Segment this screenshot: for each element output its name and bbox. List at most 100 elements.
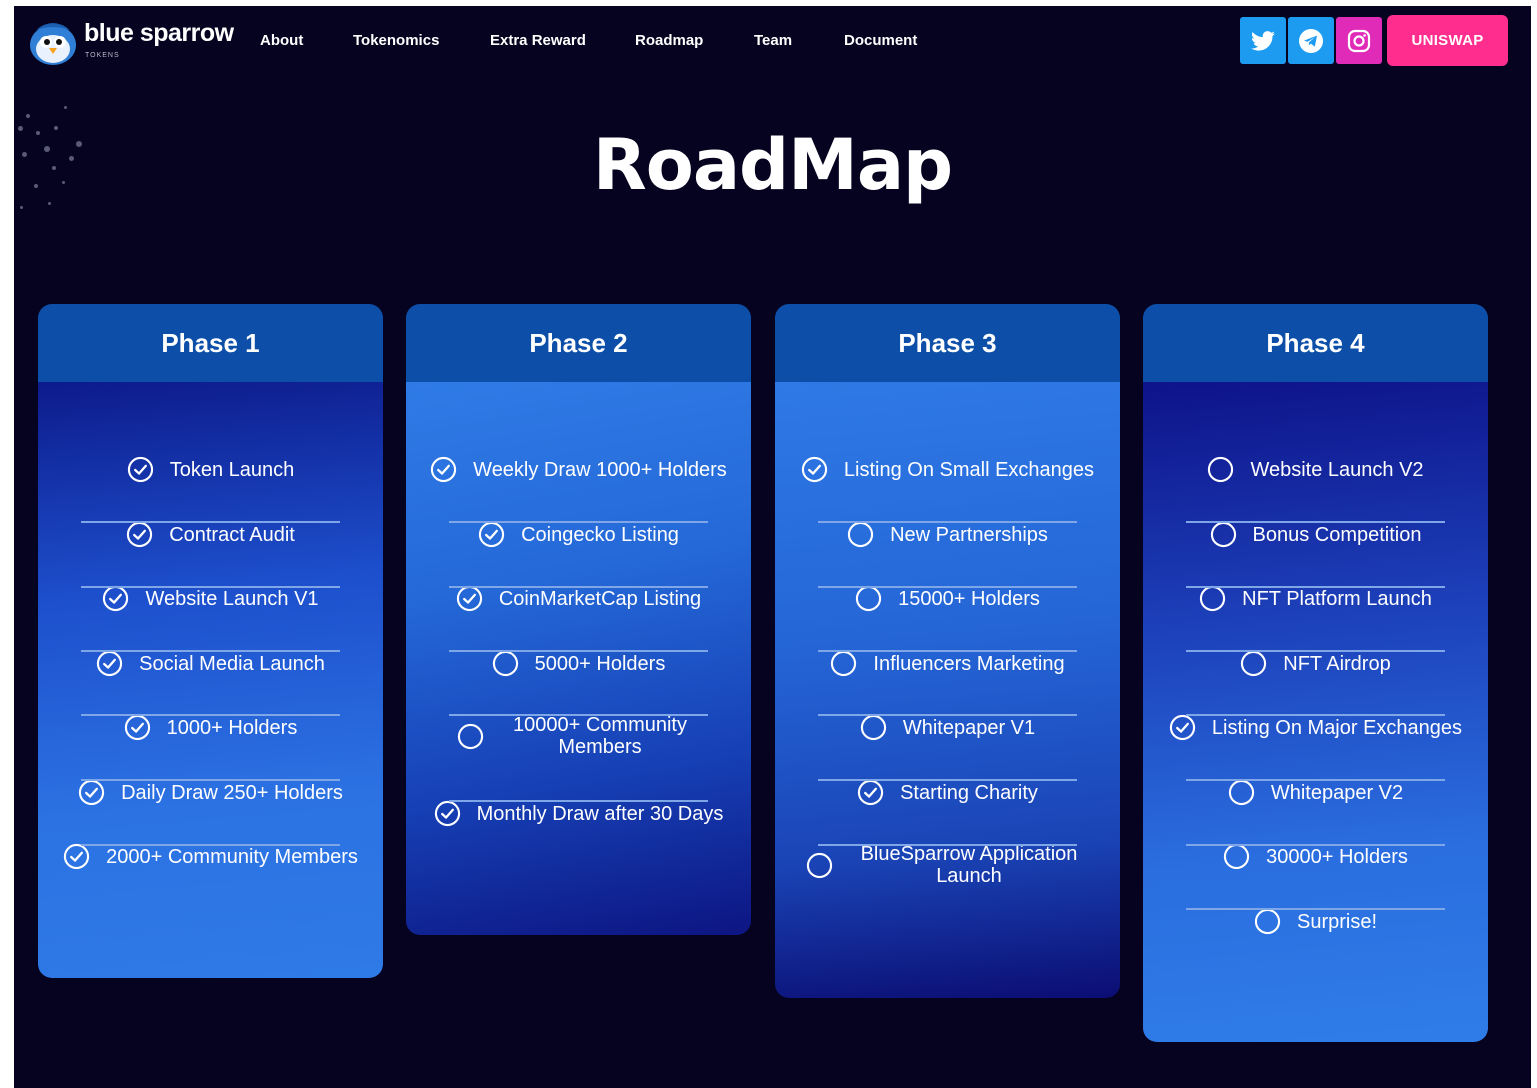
check-circle-icon [857,779,884,806]
check-circle-icon [78,779,105,806]
milestone-label: Listing On Major Exchanges [1211,716,1463,739]
milestone-monthly-draw-after-30-days: Monthly Draw after 30 Days [406,800,751,827]
milestone-divider [1186,650,1445,652]
milestone-whitepaper-v1: Whitepaper V1 [775,714,1120,741]
milestone-weekly-draw-1000-holders: Weekly Draw 1000+ Holders [406,456,751,483]
milestone-divider [1186,779,1445,781]
nav-link-team[interactable]: Team [754,32,792,49]
nav-link-about[interactable]: About [260,32,303,49]
milestone-bluesparrow-application-launch: BlueSparrow Application Launch [775,843,1120,887]
milestone-15000-holders: 15000+ Holders [775,585,1120,612]
milestone-label: Weekly Draw 1000+ Holders [473,458,727,481]
empty-circle-icon [1210,521,1236,548]
milestone-nft-airdrop: NFT Airdrop [1143,650,1488,677]
sparrow-logo-icon[interactable] [28,18,78,66]
milestone-divider [449,586,708,588]
milestone-10000-community-members: 10000+ Community Members [406,714,751,758]
milestone-label: 10000+ Community Members [513,714,687,758]
milestone-divider [818,521,1077,523]
milestone-divider [1186,844,1445,846]
milestone-divider [1186,586,1445,588]
milestone-divider [818,650,1077,652]
milestone-label: Coingecko Listing [521,523,679,546]
brand-name[interactable]: blue sparrow [84,19,234,48]
milestone-30000-holders: 30000+ Holders [1143,843,1488,870]
empty-circle-icon [831,650,857,677]
phase-title: Phase 3 [775,304,1120,382]
twitter-icon [1251,30,1275,51]
empty-circle-icon [1254,908,1281,935]
phase-body: Website Launch V2 Bonus Competition NFT Pl… [1143,382,1488,1042]
telegram-icon [1299,28,1323,53]
milestone-label: 30000+ Holders [1266,845,1408,868]
phase-card-1: Phase 1 Token Launch Contract Audit Website… [38,304,383,978]
milestone-label: Whitepaper V2 [1270,781,1404,804]
milestone-label: 5000+ Holders [534,652,666,675]
milestone-5000-holders: 5000+ Holders [406,650,751,677]
check-circle-icon [431,456,457,483]
milestone-label: 15000+ Holders [898,587,1040,610]
empty-circle-icon [1228,779,1254,806]
check-circle-icon [456,585,482,612]
milestone-divider [449,714,708,716]
instagram-button[interactable] [1336,17,1382,64]
nav-link-document[interactable]: Document [844,32,917,49]
nav-link-roadmap[interactable]: Roadmap [635,32,703,49]
milestone-label: Website Launch V1 [145,587,319,610]
check-circle-icon [1169,714,1196,741]
milestone-label: Token Launch [169,458,295,481]
milestone-divider [449,800,708,802]
milestone-new-partnerships: New Partnerships [775,521,1120,548]
empty-circle-icon [806,852,833,878]
twitter-button[interactable] [1240,17,1286,64]
milestone-influencers-marketing: Influencers Marketing [775,650,1120,677]
milestone-label: NFT Airdrop [1283,652,1391,675]
check-circle-icon [127,456,153,483]
phase-card-2: Phase 2 Weekly Draw 1000+ Holders Coingeck… [406,304,751,935]
milestone-label: Social Media Launch [139,652,325,675]
milestone-label: Starting Charity [900,781,1038,804]
nav-link-extra-reward[interactable]: Extra Reward [490,32,586,49]
empty-circle-icon [1241,650,1267,677]
milestone-label: Whitepaper V1 [902,716,1036,739]
milestone-nft-platform-launch: NFT Platform Launch [1143,585,1488,612]
check-circle-icon [124,714,150,741]
milestone-website-launch-v2: Website Launch V2 [1143,456,1488,483]
phase-body: Token Launch Contract Audit Website Launch… [38,382,383,978]
milestone-label: 2000+ Community Members [106,845,358,868]
milestone-coingecko-listing: Coingecko Listing [406,521,751,548]
uniswap-button[interactable]: UNISWAP [1387,15,1508,66]
empty-circle-icon [492,650,518,677]
phase-title: Phase 2 [406,304,751,382]
milestone-divider [1186,908,1445,910]
milestone-label: CoinMarketCap Listing [498,587,702,610]
page-frame: blue sparrow TOKENS About Tokenomics Ext… [14,6,1531,1088]
milestone-divider [81,586,340,588]
milestone-divider [818,844,1077,846]
milestone-label: Listing On Small Exchanges [843,458,1095,481]
milestone-starting-charity: Starting Charity [775,779,1120,806]
phase-title: Phase 1 [38,304,383,382]
nav-link-tokenomics[interactable]: Tokenomics [353,32,439,49]
milestone-coinmarketcap-listing: CoinMarketCap Listing [406,585,751,612]
empty-circle-icon [1223,843,1250,870]
milestone-divider [818,714,1077,716]
milestone-label: BlueSparrow Application Launch [860,843,1078,887]
milestone-divider [81,650,340,652]
milestone-label: New Partnerships [890,523,1048,546]
milestone-listing-on-small-exchanges: Listing On Small Exchanges [775,456,1120,483]
telegram-button[interactable] [1288,17,1334,64]
milestone-label: Daily Draw 250+ Holders [121,781,343,804]
milestone-label: 1000+ Holders [166,716,298,739]
milestone-contract-audit: Contract Audit [38,521,383,548]
milestone-divider [1186,521,1445,523]
empty-circle-icon [457,723,484,749]
milestone-divider [81,844,340,846]
milestone-label: Bonus Competition [1252,523,1422,546]
milestone-divider [449,650,708,652]
phase-body: Weekly Draw 1000+ Holders Coingecko Listi… [406,382,751,935]
check-circle-icon [127,521,153,548]
milestone-label: Influencers Marketing [873,652,1065,675]
milestone-label: Contract Audit [169,523,295,546]
milestone-bonus-competition: Bonus Competition [1143,521,1488,548]
